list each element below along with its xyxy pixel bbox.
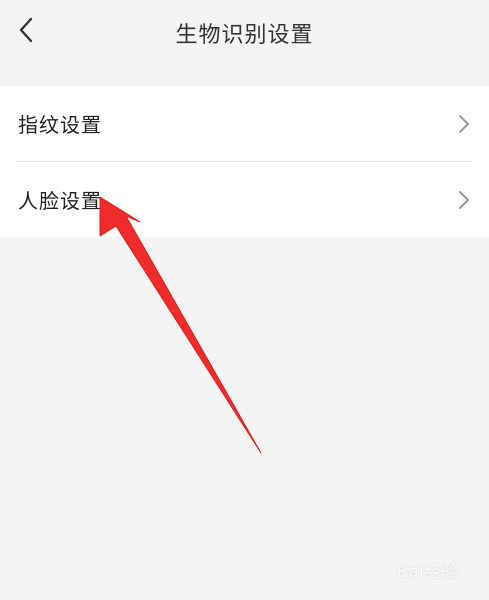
face-settings-label: 人脸设置	[18, 189, 102, 213]
page-title: 生物识别设置	[175, 23, 314, 48]
face-settings-item[interactable]: 人脸设置	[0, 162, 489, 237]
chevron-right-icon	[459, 190, 469, 209]
settings-list: 指纹设置 人脸设置	[0, 86, 489, 237]
fingerprint-settings-item[interactable]: 指纹设置	[0, 86, 489, 161]
watermark: Bai经验	[396, 562, 459, 581]
chevron-right-icon	[459, 114, 469, 133]
fingerprint-settings-label: 指纹设置	[18, 113, 102, 137]
top-bar: 生物识别设置	[0, 0, 489, 64]
